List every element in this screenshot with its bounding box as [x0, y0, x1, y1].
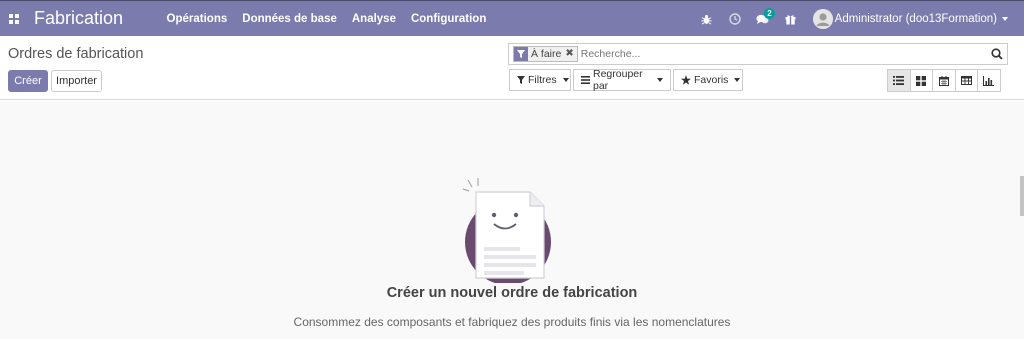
chat-counter-badge: 2 [764, 8, 775, 19]
empty-document-illustration [460, 178, 560, 285]
calendar-view-icon[interactable] [932, 69, 956, 92]
filters-dropdown[interactable]: Filtres [509, 69, 571, 91]
graph-view-icon[interactable] [977, 69, 1001, 92]
menu-item-configuration[interactable]: Configuration [403, 1, 493, 37]
list-view-icon[interactable] [887, 69, 911, 92]
user-menu[interactable]: Administrator (doo13Formation) [812, 9, 1008, 29]
menu-item-operations[interactable]: Opérations [159, 1, 235, 37]
debug-bug-icon[interactable] [695, 1, 719, 37]
facet-remove-icon[interactable]: ✖ [565, 47, 576, 61]
groupby-label: Regrouper par [593, 68, 643, 92]
chevron-down-icon [562, 78, 569, 82]
chevron-down-icon [1002, 17, 1008, 21]
chevron-down-icon [657, 78, 663, 82]
bars-icon [581, 76, 590, 84]
apps-menu-icon[interactable] [2, 1, 26, 37]
menu-item-reporting[interactable]: Analyse [344, 1, 403, 37]
breadcrumb: Ordres de fabrication [8, 46, 144, 62]
favorites-dropdown[interactable]: Favoris [673, 69, 743, 91]
groupby-dropdown[interactable]: Regrouper par [573, 68, 671, 92]
chevron-down-icon [734, 78, 741, 82]
search-facet: À faire ✖ [513, 46, 578, 62]
search-bar: À faire ✖ [508, 43, 1008, 65]
view-content: Créer un nouvel ordre de fabrication Con… [0, 101, 1024, 339]
view-switcher [887, 69, 1001, 92]
empty-state-text: Consommez des composants et fabriquez de… [293, 315, 731, 329]
kanban-view-icon[interactable] [909, 69, 933, 92]
search-icon[interactable] [989, 46, 1005, 62]
filter-icon [514, 47, 528, 61]
pivot-table-view-icon[interactable] [954, 69, 978, 92]
favorites-label: Favoris [694, 74, 729, 86]
import-button[interactable]: Importer [51, 70, 102, 92]
control-panel: Ordres de fabrication Créer Importer À f… [0, 36, 1024, 100]
create-button[interactable]: Créer [8, 70, 48, 92]
search-input[interactable] [580, 46, 981, 62]
star-icon [681, 75, 691, 85]
app-brand[interactable]: Fabrication [34, 8, 123, 29]
facet-label: À faire [531, 48, 562, 60]
avatar [812, 9, 833, 29]
navbar-systray: 2 Administrator (doo13Formation) [691, 1, 1024, 37]
filter-icon [517, 76, 525, 84]
gift-icon[interactable] [779, 1, 803, 37]
menu-item-master-data[interactable]: Données de base [235, 1, 345, 37]
empty-state-title: Créer un nouvel ordre de fabrication [386, 285, 638, 301]
messaging-comments-icon[interactable]: 2 [751, 1, 775, 37]
user-name: Administrator (doo13Formation) [834, 13, 997, 25]
activity-clock-icon[interactable] [723, 1, 747, 37]
main-menu: Opérations Données de base Analyse Confi… [159, 1, 494, 37]
top-navbar: Fabrication Opérations Données de base A… [0, 0, 1024, 36]
scrollbar[interactable] [1020, 176, 1024, 216]
filters-label: Filtres [528, 74, 557, 86]
